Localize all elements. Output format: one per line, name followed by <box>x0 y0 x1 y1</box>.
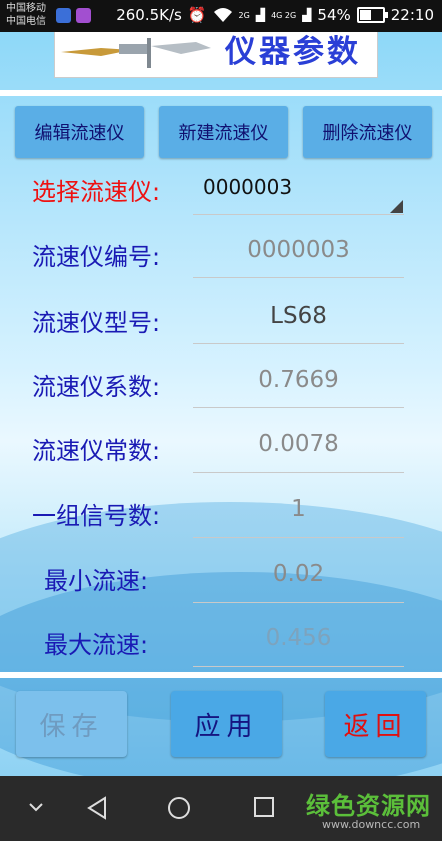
spinner-underline <box>193 214 404 215</box>
recents-square-icon[interactable] <box>253 796 275 818</box>
meter-model-field[interactable]: LS68 <box>193 303 404 329</box>
home-circle-icon[interactable] <box>167 796 191 820</box>
status-bar: 中国移动 中国电信 260.5K/s ⏰ 2G ▟ 4G 2G ▟ 54% 22… <box>0 0 442 32</box>
carrier-info: 中国移动 中国电信 <box>6 2 46 28</box>
edit-meter-button[interactable]: 编辑流速仪 <box>15 106 144 158</box>
min-velocity-label: 最小流速: <box>44 567 149 595</box>
divider <box>0 672 442 678</box>
battery-icon <box>356 7 388 23</box>
new-meter-button[interactable]: 新建流速仪 <box>159 106 288 158</box>
signal-count-label: 一组信号数: <box>32 502 161 530</box>
signal-count-field[interactable]: 1 <box>193 496 404 522</box>
dropdown-arrow-icon[interactable] <box>390 200 403 213</box>
field-underline <box>193 602 404 603</box>
divider <box>0 90 442 96</box>
clock: 22:10 <box>390 6 434 24</box>
shield-icon <box>56 8 71 23</box>
meter-constant-field[interactable]: 0.0078 <box>193 431 404 457</box>
meter-spinner-value[interactable]: 0000003 <box>203 175 292 199</box>
header-banner: 仪器参数 <box>54 32 378 78</box>
meter-coefficient-field[interactable]: 0.7669 <box>193 367 404 393</box>
carrier-2: 中国电信 <box>6 16 46 27</box>
signal-icon-2: ▟ <box>302 8 312 22</box>
battery-percent: 54% <box>317 6 351 24</box>
page-title: 仪器参数 <box>225 34 361 70</box>
apply-button[interactable]: 应用 <box>171 691 282 757</box>
meter-model-label: 流速仪型号: <box>32 309 161 337</box>
back-triangle-icon[interactable] <box>86 796 108 820</box>
watermark-url: www.downcc.com <box>322 818 421 831</box>
max-velocity-label: 最大流速: <box>44 631 149 659</box>
status-right: 260.5K/s ⏰ 2G ▟ 4G 2G ▟ 54% 22:10 <box>116 6 434 24</box>
wifi-icon <box>213 8 232 22</box>
field-underline <box>193 537 404 538</box>
navigation-bar: 绿色资源网 www.downcc.com <box>0 776 442 841</box>
watermark-logo: 绿色资源网 <box>306 792 431 820</box>
hide-keyboard-chevron-icon[interactable] <box>28 802 44 812</box>
carrier-1: 中国移动 <box>6 3 46 14</box>
delete-meter-button[interactable]: 删除流速仪 <box>303 106 432 158</box>
field-underline <box>193 472 404 473</box>
app-notification-icon <box>76 8 91 23</box>
network-type-1: 2G <box>238 10 250 20</box>
meter-number-label: 流速仪编号: <box>32 243 161 271</box>
field-underline <box>193 343 404 344</box>
meter-number-field[interactable]: 0000003 <box>193 237 404 263</box>
max-velocity-field[interactable]: 0.456 <box>193 625 404 651</box>
app-screen: 仪器参数 编辑流速仪 新建流速仪 删除流速仪 选择流速仪: 0000003 流速… <box>0 32 442 776</box>
network-speed: 260.5K/s <box>116 6 182 24</box>
field-underline <box>193 407 404 408</box>
alarm-icon: ⏰ <box>187 6 207 24</box>
back-button[interactable]: 返回 <box>325 691 426 757</box>
network-type-2: 4G 2G <box>271 10 297 20</box>
field-underline <box>193 666 404 667</box>
min-velocity-field[interactable]: 0.02 <box>193 561 404 587</box>
meter-constant-label: 流速仪常数: <box>32 437 161 465</box>
save-button[interactable]: 保存 <box>16 691 127 757</box>
current-meter-image <box>61 38 211 68</box>
battery-fill <box>359 10 371 20</box>
meter-coefficient-label: 流速仪系数: <box>32 373 161 401</box>
field-underline <box>193 277 404 278</box>
select-meter-label: 选择流速仪: <box>32 178 161 206</box>
signal-icon-1: ▟ <box>255 8 266 22</box>
